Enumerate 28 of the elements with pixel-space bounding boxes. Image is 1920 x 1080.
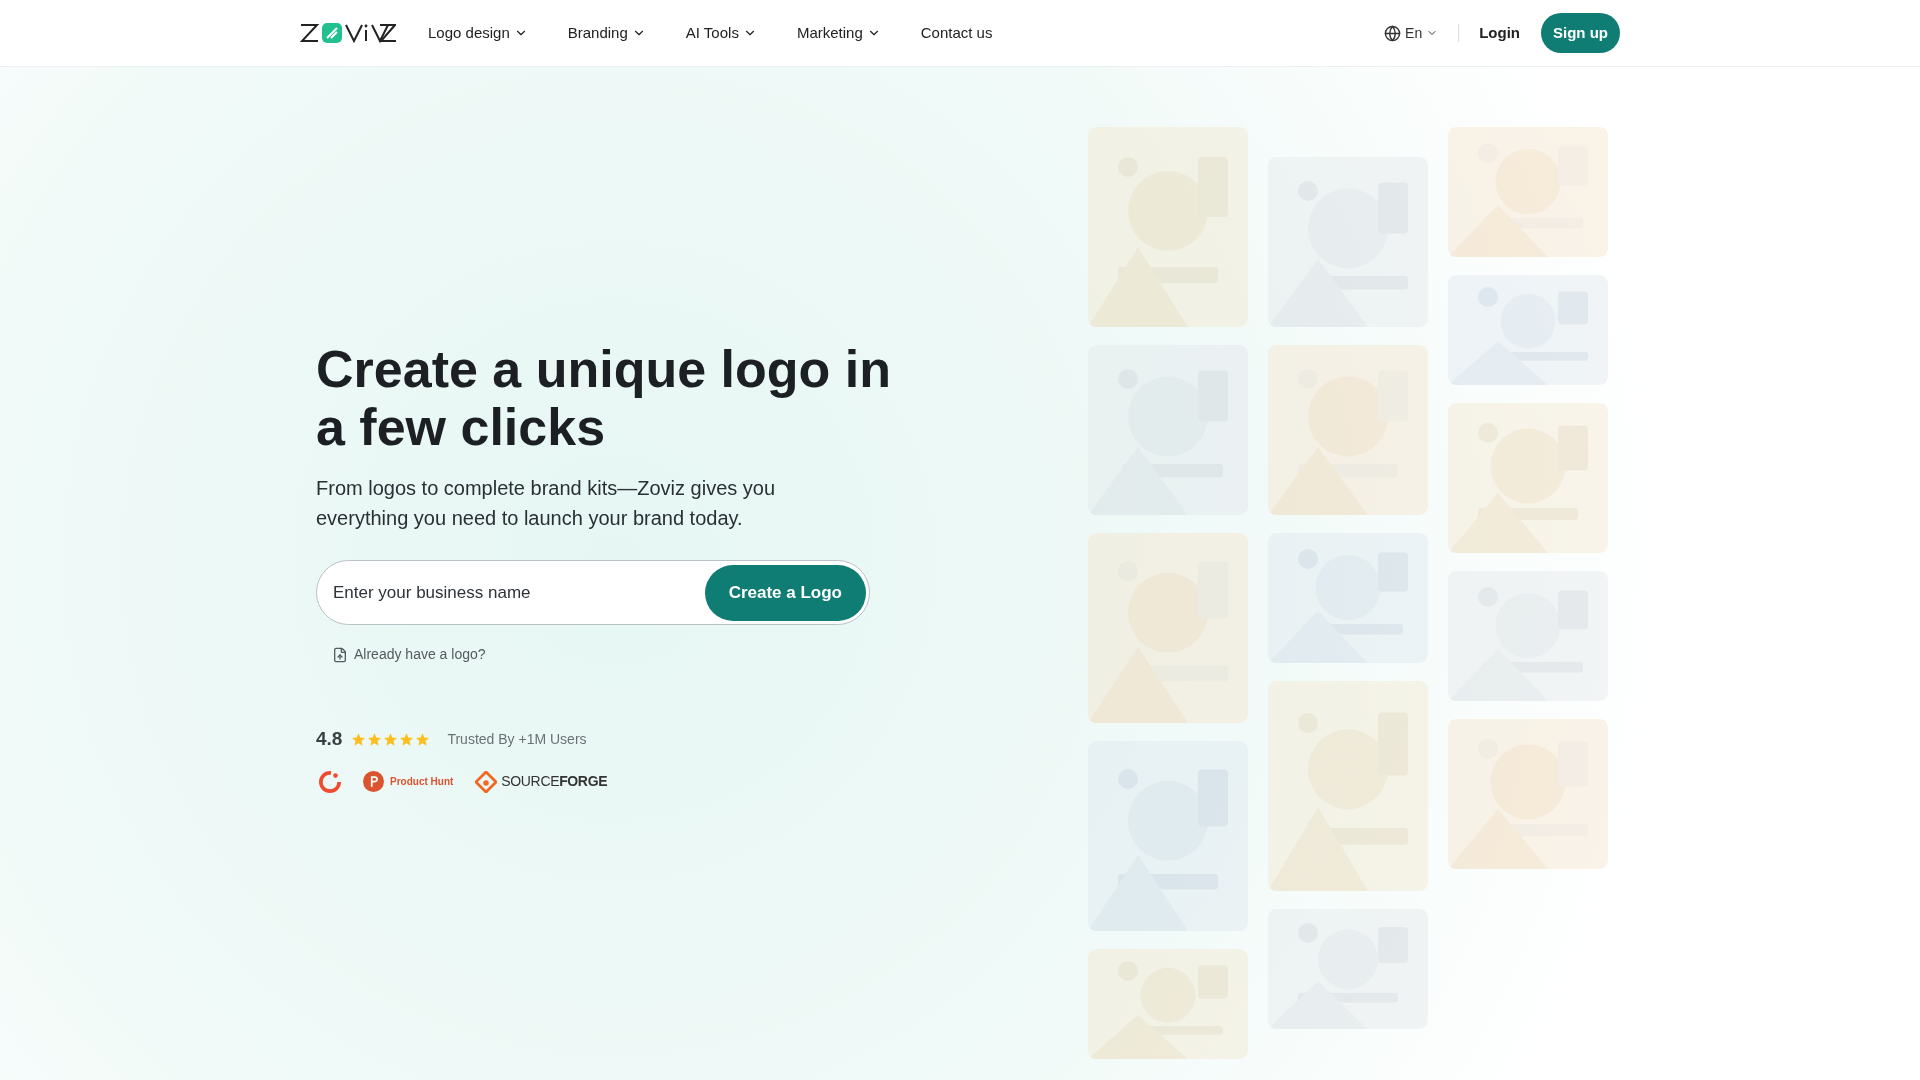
star-icon [399, 731, 415, 747]
create-logo-button[interactable]: Create a Logo [704, 564, 866, 621]
nav-menu-item[interactable]: Branding [567, 21, 646, 45]
file-upload-icon [332, 646, 348, 663]
nav-menu-item[interactable]: Marketing [796, 21, 881, 45]
product-hunt-label: Product Hunt [390, 775, 454, 789]
login-link[interactable]: Login [1479, 21, 1520, 45]
nav-menu-item[interactable]: Contact us [920, 21, 993, 45]
product-hunt-logo-icon [363, 771, 384, 792]
rating-score: 4.8 [316, 727, 343, 751]
star-icon [367, 731, 383, 747]
zoviz-logo[interactable] [300, 22, 396, 44]
star-icon [415, 731, 431, 747]
hero-subtitle: From logos to complete brand kits—Zoviz gives you everything you need to launch your brand today. [316, 476, 777, 531]
trusted-caption: Trusted By +1M Users [447, 729, 587, 749]
upload-logo-link[interactable]: Already have a logo? [332, 644, 486, 665]
sign-up-button[interactable]: Sign up [1541, 13, 1620, 53]
sourceforge-logo-icon [475, 770, 498, 793]
business-name-field[interactable]: Enter your business name Create a Logo [316, 560, 870, 625]
sourceforge-label: SOURCEFORGE [501, 772, 608, 791]
g2-logo-icon [319, 770, 341, 793]
hero-heading: Create a unique logo in a few clicks [316, 340, 892, 456]
star-icon [351, 731, 367, 747]
star-icon [383, 731, 399, 747]
nav-menu-item[interactable]: Logo design [428, 21, 528, 45]
language-selector[interactable]: En [1384, 22, 1439, 44]
globe-icon [1384, 24, 1402, 42]
nav-menu-item[interactable]: AI Tools [685, 21, 757, 45]
